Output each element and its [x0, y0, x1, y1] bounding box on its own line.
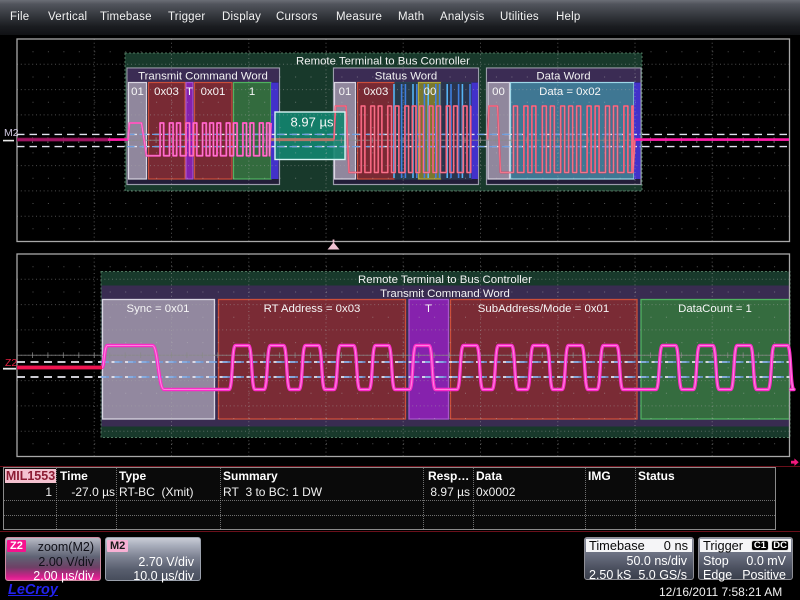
svg-text:01: 01 — [131, 86, 144, 98]
svg-text:M2: M2 — [4, 127, 19, 139]
svg-text:SubAddress/Mode = 0x01: SubAddress/Mode = 0x01 — [478, 303, 609, 315]
svg-text:0x03: 0x03 — [364, 86, 389, 98]
svg-text:Data Word: Data Word — [536, 71, 590, 83]
svg-text:Sync = 0x01: Sync = 0x01 — [126, 303, 189, 315]
svg-text:Remote Terminal to Bus Control: Remote Terminal to Bus Controller — [358, 274, 532, 286]
svg-text:1: 1 — [249, 86, 255, 98]
svg-text:DataCount = 1: DataCount = 1 — [678, 303, 752, 315]
svg-text:0x01: 0x01 — [201, 86, 226, 98]
svg-text:Transmit Command Word: Transmit Command Word — [138, 71, 268, 83]
svg-text:Z2: Z2 — [5, 357, 17, 369]
svg-text:Transmit Command Word: Transmit Command Word — [380, 288, 510, 300]
svg-text:00: 00 — [492, 86, 505, 98]
svg-text:T: T — [425, 303, 432, 315]
svg-text:T: T — [186, 86, 193, 98]
svg-text:Data = 0x02: Data = 0x02 — [539, 86, 601, 98]
svg-text:8.97 µs: 8.97 µs — [291, 115, 334, 130]
svg-text:01: 01 — [339, 86, 352, 98]
svg-text:00: 00 — [424, 86, 437, 98]
svg-text:0x03: 0x03 — [154, 86, 179, 98]
svg-text:RT Address = 0x03: RT Address = 0x03 — [264, 303, 361, 315]
svg-text:Remote Terminal to Bus Control: Remote Terminal to Bus Controller — [296, 56, 470, 68]
svg-text:Status Word: Status Word — [375, 71, 437, 83]
